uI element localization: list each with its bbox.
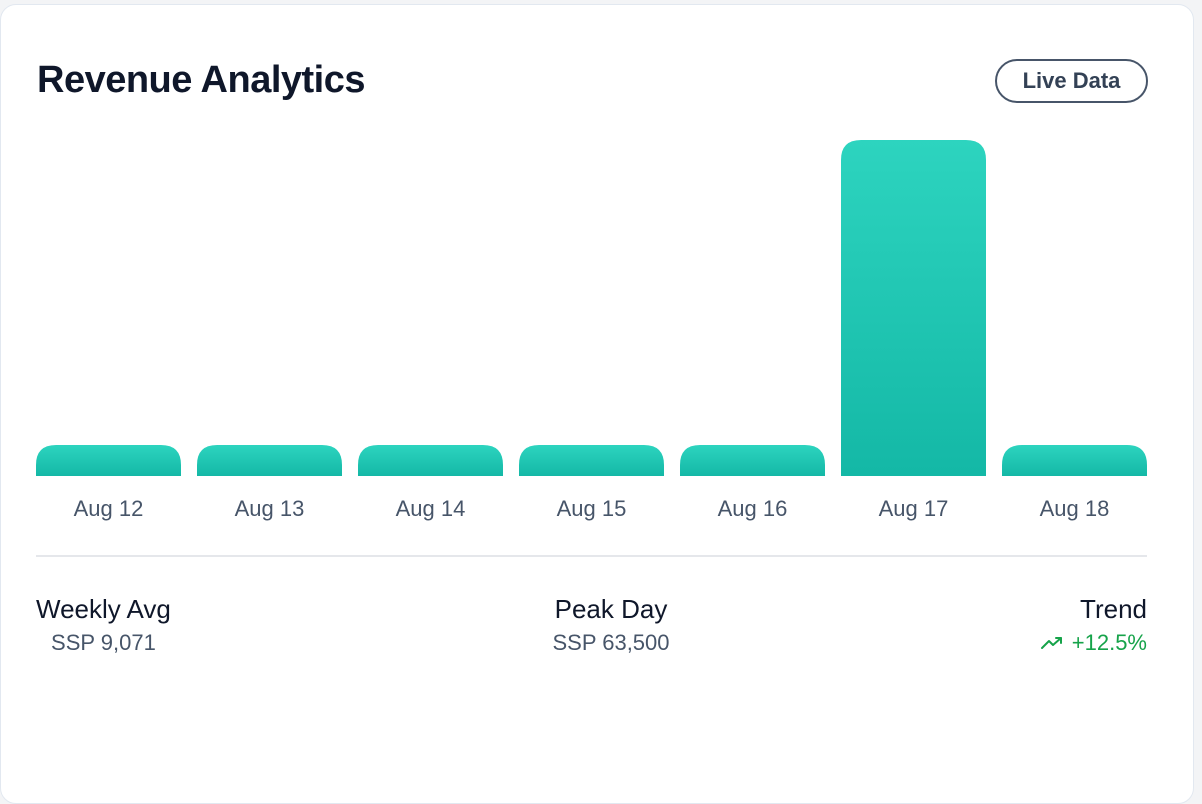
divider — [36, 555, 1147, 557]
peak-day-value: SSP 63,500 — [552, 630, 670, 655]
x-tick-label: Aug 18 — [1040, 496, 1110, 521]
x-tick-label: Aug 13 — [235, 496, 305, 521]
bar-aug-18 — [1002, 445, 1147, 476]
x-tick-label: Aug 17 — [879, 496, 949, 521]
bar-aug-14 — [358, 445, 503, 476]
bars-group — [36, 140, 1147, 476]
peak-day-stat: Peak Day SSP 63,500 — [536, 592, 686, 658]
bar-aug-16 — [680, 445, 825, 476]
trend-label: Trend — [1080, 594, 1147, 624]
trend-value: +12.5% — [1071, 630, 1147, 655]
x-tick-label: Aug 16 — [718, 496, 788, 521]
bar-aug-17 — [841, 140, 986, 476]
weekly-avg-label: Weekly Avg — [36, 594, 171, 624]
x-tick-label: Aug 15 — [557, 496, 627, 521]
x-tick-label: Aug 12 — [74, 496, 144, 521]
x-tick-label: Aug 14 — [396, 496, 466, 521]
x-axis-labels: Aug 12 Aug 13 Aug 14 Aug 15 Aug 16 Aug 17 Aug … — [74, 496, 1110, 521]
bar-aug-15 — [519, 445, 664, 476]
weekly-avg-value: SSP 9,071 — [51, 630, 156, 655]
bar-aug-13 — [197, 445, 342, 476]
weekly-avg-stat: Weekly Avg SSP 9,071 — [36, 592, 171, 658]
bar-aug-12 — [36, 445, 181, 476]
peak-day-label: Peak Day — [554, 594, 668, 624]
revenue-bar-chart: Aug 12 Aug 13 Aug 14 Aug 15 Aug 16 Aug 17 Aug … — [36, 140, 1147, 521]
trend-value-row: +12.5% — [1020, 628, 1147, 658]
trending-up-icon — [1040, 637, 1062, 649]
trend-stat: Trend +12.5% — [1020, 592, 1147, 658]
